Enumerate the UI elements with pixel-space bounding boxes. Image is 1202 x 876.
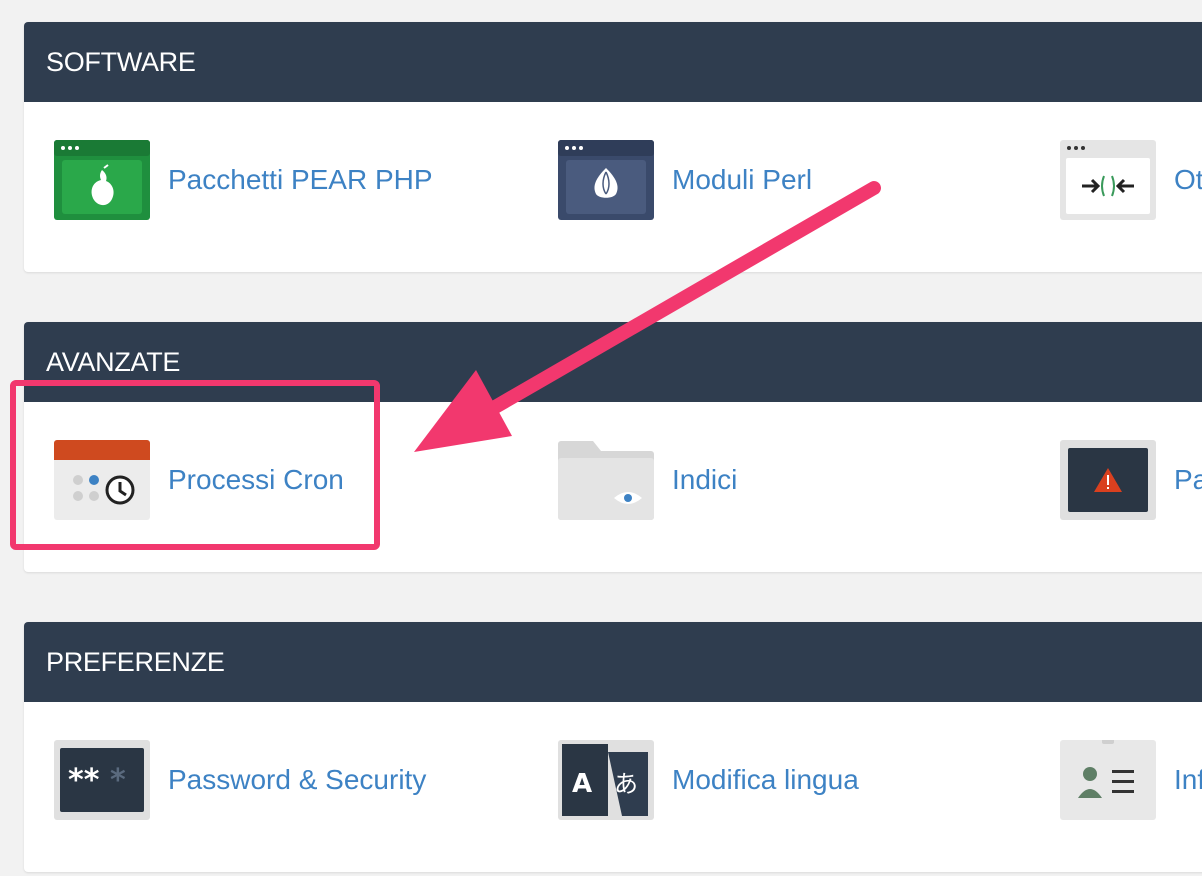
svg-text:*: * bbox=[110, 763, 126, 798]
cron-calendar-icon bbox=[54, 440, 150, 520]
item-perl-modules[interactable]: Moduli Perl bbox=[558, 140, 812, 220]
item-optimize[interactable]: Ot bbox=[1060, 140, 1202, 220]
pear-icon bbox=[54, 140, 150, 220]
item-indexes[interactable]: Indici bbox=[558, 440, 737, 520]
panel-header-software: SOFTWARE bbox=[24, 22, 1202, 102]
language-icon: A あ bbox=[558, 740, 654, 820]
item-label[interactable]: Processi Cron bbox=[168, 464, 344, 496]
item-label[interactable]: Indici bbox=[672, 464, 737, 496]
item-label[interactable]: Password & Security bbox=[168, 764, 426, 796]
svg-text:A: A bbox=[572, 769, 592, 799]
cpanel-page: SOFTWARE Pacchetti PEAR PHP Moduli Perl … bbox=[0, 0, 1202, 876]
item-label[interactable]: Ot bbox=[1174, 164, 1202, 196]
item-label[interactable]: Pa bbox=[1174, 464, 1202, 496]
item-cron-jobs[interactable]: Processi Cron bbox=[54, 440, 344, 520]
svg-text:**: ** bbox=[68, 763, 100, 798]
panel-software: SOFTWARE Pacchetti PEAR PHP Moduli Perl … bbox=[24, 22, 1202, 272]
warning-page-icon bbox=[1060, 440, 1156, 520]
item-label[interactable]: Modifica lingua bbox=[672, 764, 859, 796]
panel-advanced: AVANZATE Processi Cron Indici Pa bbox=[24, 322, 1202, 572]
optimize-arrows-icon bbox=[1060, 140, 1156, 220]
item-pear-packages[interactable]: Pacchetti PEAR PHP bbox=[54, 140, 433, 220]
item-label[interactable]: Inf bbox=[1174, 764, 1202, 796]
panel-preferences: PREFERENZE ** * Password & Security A あ … bbox=[24, 622, 1202, 872]
svg-text:あ: あ bbox=[614, 770, 638, 798]
item-error-pages[interactable]: Pa bbox=[1060, 440, 1202, 520]
item-label[interactable]: Moduli Perl bbox=[672, 164, 812, 196]
password-icon: ** * bbox=[54, 740, 150, 820]
item-label[interactable]: Pacchetti PEAR PHP bbox=[168, 164, 433, 196]
item-contact-info[interactable]: Inf bbox=[1060, 740, 1202, 820]
contact-info-icon bbox=[1060, 740, 1156, 820]
panel-header-preferences: PREFERENZE bbox=[24, 622, 1202, 702]
panel-header-advanced: AVANZATE bbox=[24, 322, 1202, 402]
item-password-security[interactable]: ** * Password & Security bbox=[54, 740, 426, 820]
perl-onion-icon bbox=[558, 140, 654, 220]
folder-eye-icon bbox=[558, 440, 654, 520]
item-change-language[interactable]: A あ Modifica lingua bbox=[558, 740, 859, 820]
